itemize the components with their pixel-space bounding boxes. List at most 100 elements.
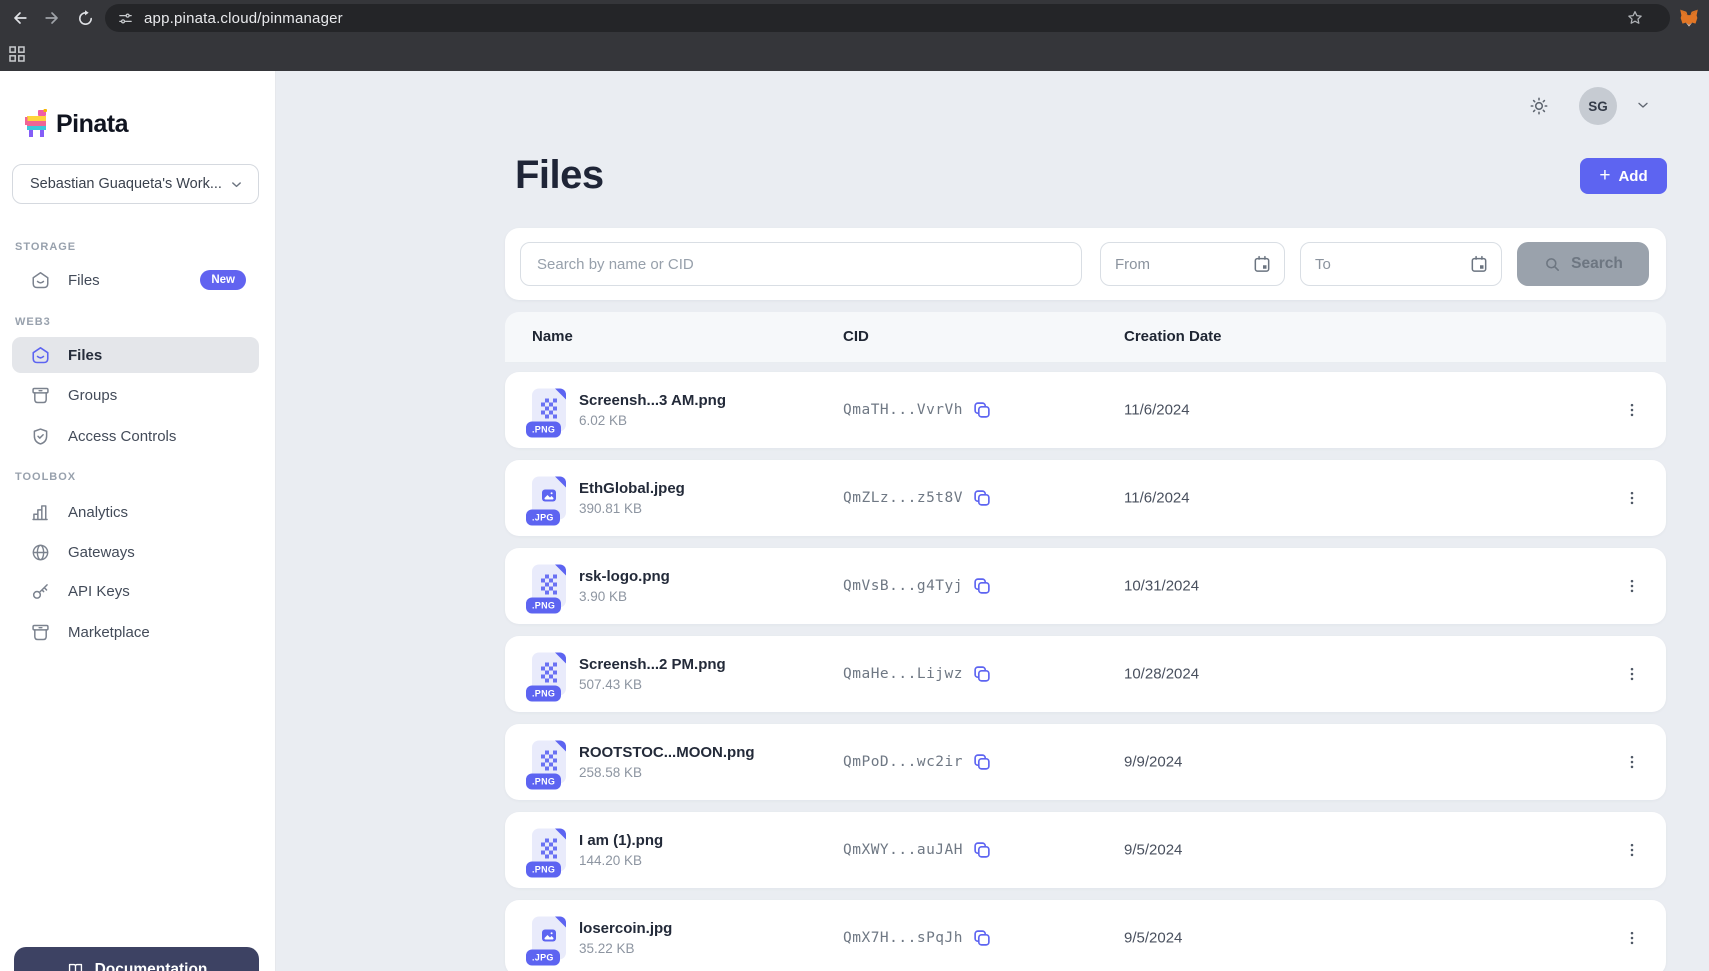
section-label-toolbox: TOOLBOX bbox=[15, 471, 76, 483]
workspace-name: Sebastian Guaqueta's Work... bbox=[30, 176, 222, 192]
file-cid: QmXWY...auJAH bbox=[843, 842, 963, 858]
chevron-down-icon bbox=[1635, 97, 1651, 113]
sidebar-item-label: Marketplace bbox=[68, 624, 150, 641]
sidebar-item-marketplace[interactable]: Marketplace bbox=[12, 614, 259, 650]
main-content: SG Files + Add Search Name bbox=[276, 71, 1709, 971]
row-menu-button[interactable] bbox=[1618, 748, 1646, 776]
browser-reload-button[interactable] bbox=[73, 6, 97, 30]
metamask-extension-icon[interactable] bbox=[1678, 7, 1700, 29]
table-row[interactable]: .PNG I am (1).png 144.20 KB QmXWY...auJA… bbox=[505, 812, 1666, 888]
pinata-logo[interactable]: Pinata bbox=[25, 109, 128, 139]
copy-icon bbox=[971, 751, 993, 773]
file-cid: QmPoD...wc2ir bbox=[843, 754, 963, 770]
copy-cid-button[interactable] bbox=[969, 837, 995, 863]
browser-chrome: app.pinata.cloud/pinmanager bbox=[0, 0, 1709, 71]
forward-arrow-icon bbox=[42, 8, 62, 28]
date-to-field[interactable] bbox=[1300, 242, 1502, 286]
file-cid: QmX7H...sPqJh bbox=[843, 930, 963, 946]
file-date: 9/9/2024 bbox=[1124, 754, 1182, 771]
date-from-input[interactable] bbox=[1103, 256, 1252, 273]
documentation-label: Documentation bbox=[95, 961, 208, 971]
column-header-name: Name bbox=[532, 328, 573, 345]
documentation-button[interactable]: Documentation bbox=[14, 947, 259, 971]
file-name: losercoin.jpg bbox=[579, 920, 672, 937]
table-row[interactable]: .PNG Screensh...2 PM.png 507.43 KB QmaHe… bbox=[505, 636, 1666, 712]
search-button[interactable]: Search bbox=[1517, 242, 1649, 286]
copy-cid-button[interactable] bbox=[969, 397, 995, 423]
file-type-icon: .PNG bbox=[532, 389, 566, 432]
logo-text: Pinata bbox=[56, 110, 128, 139]
file-size: 507.43 KB bbox=[579, 677, 726, 692]
png-checker-glyph bbox=[541, 399, 557, 419]
row-menu-button[interactable] bbox=[1618, 836, 1646, 864]
sidebar-item-files-web3[interactable]: Files bbox=[12, 337, 259, 373]
file-date: 9/5/2024 bbox=[1124, 842, 1182, 859]
browser-back-button[interactable] bbox=[8, 6, 32, 30]
file-name: Screensh...2 PM.png bbox=[579, 656, 726, 673]
date-to-input[interactable] bbox=[1303, 256, 1469, 273]
url-text: app.pinata.cloud/pinmanager bbox=[144, 10, 343, 27]
row-menu-button[interactable] bbox=[1618, 572, 1646, 600]
calendar-icon bbox=[1469, 254, 1489, 274]
row-menu-button[interactable] bbox=[1618, 660, 1646, 688]
file-date: 11/6/2024 bbox=[1124, 490, 1190, 507]
file-type-icon: .JPG bbox=[532, 477, 566, 520]
box-icon bbox=[30, 622, 51, 643]
table-row[interactable]: .JPG EthGlobal.jpeg 390.81 KB QmZLz...z5… bbox=[505, 460, 1666, 536]
table-row[interactable]: .PNG Screensh...3 AM.png 6.02 KB QmaTH..… bbox=[505, 372, 1666, 448]
user-avatar[interactable]: SG bbox=[1579, 87, 1617, 125]
copy-cid-button[interactable] bbox=[969, 485, 995, 511]
search-input[interactable] bbox=[520, 242, 1082, 286]
sidebar-item-label: Gateways bbox=[68, 544, 135, 561]
file-ext-badge: .PNG bbox=[526, 686, 561, 702]
calendar-icon bbox=[1252, 254, 1272, 274]
file-type-icon: .PNG bbox=[532, 741, 566, 784]
back-arrow-icon bbox=[10, 8, 30, 28]
workspace-selector[interactable]: Sebastian Guaqueta's Work... bbox=[12, 164, 259, 204]
copy-cid-button[interactable] bbox=[969, 661, 995, 687]
theme-toggle-button[interactable] bbox=[1528, 95, 1550, 117]
sidebar-item-gateways[interactable]: Gateways bbox=[12, 534, 259, 570]
page-title: Files bbox=[515, 153, 604, 198]
sidebar-item-api-keys[interactable]: API Keys bbox=[12, 573, 259, 609]
box-icon bbox=[30, 385, 51, 406]
file-date: 11/6/2024 bbox=[1124, 402, 1190, 419]
file-name-cell: Screensh...3 AM.png 6.02 KB bbox=[579, 392, 726, 428]
row-menu-button[interactable] bbox=[1618, 484, 1646, 512]
row-menu-button[interactable] bbox=[1618, 924, 1646, 952]
file-size: 6.02 KB bbox=[579, 413, 726, 428]
table-row[interactable]: .JPG losercoin.jpg 35.22 KB QmX7H...sPqJ… bbox=[505, 900, 1666, 971]
account-menu-button[interactable] bbox=[1634, 97, 1652, 115]
file-name: Screensh...3 AM.png bbox=[579, 392, 726, 409]
copy-cid-button[interactable] bbox=[969, 749, 995, 775]
date-from-field[interactable] bbox=[1100, 242, 1285, 286]
copy-cid-button[interactable] bbox=[969, 573, 995, 599]
row-menu-button[interactable] bbox=[1618, 396, 1646, 424]
sidebar-item-groups[interactable]: Groups bbox=[12, 377, 259, 413]
file-ext-badge: .PNG bbox=[526, 862, 561, 878]
file-cid: QmaHe...Lijwz bbox=[843, 666, 963, 682]
url-bar[interactable]: app.pinata.cloud/pinmanager bbox=[105, 4, 1670, 32]
jpg-photo-glyph bbox=[541, 929, 557, 943]
file-cid: QmaTH...VvrVh bbox=[843, 402, 963, 418]
bookmark-star-button[interactable] bbox=[1624, 7, 1646, 29]
browser-forward-button[interactable] bbox=[40, 6, 64, 30]
copy-cid-button[interactable] bbox=[969, 925, 995, 951]
table-header: Name CID Creation Date bbox=[505, 312, 1666, 363]
add-button[interactable]: + Add bbox=[1580, 158, 1667, 194]
sidebar-item-analytics[interactable]: Analytics bbox=[12, 494, 259, 530]
file-ext-badge: .JPG bbox=[526, 510, 560, 526]
sidebar-item-label: Files bbox=[68, 347, 102, 364]
add-button-label: Add bbox=[1618, 168, 1647, 185]
table-row[interactable]: .PNG rsk-logo.png 3.90 KB QmVsB...g4Tyj … bbox=[505, 548, 1666, 624]
file-ext-badge: .PNG bbox=[526, 598, 561, 614]
apps-grid-icon[interactable] bbox=[9, 46, 25, 62]
file-name-cell: rsk-logo.png 3.90 KB bbox=[579, 568, 670, 604]
file-date: 10/31/2024 bbox=[1124, 578, 1199, 595]
copy-icon bbox=[971, 399, 993, 421]
sidebar-item-label: Analytics bbox=[68, 504, 128, 521]
sidebar-item-files-storage[interactable]: Files New bbox=[12, 262, 259, 298]
table-row[interactable]: .PNG ROOTSTOC...MOON.png 258.58 KB QmPoD… bbox=[505, 724, 1666, 800]
star-icon bbox=[1626, 9, 1644, 27]
sidebar-item-access-controls[interactable]: Access Controls bbox=[12, 418, 259, 454]
